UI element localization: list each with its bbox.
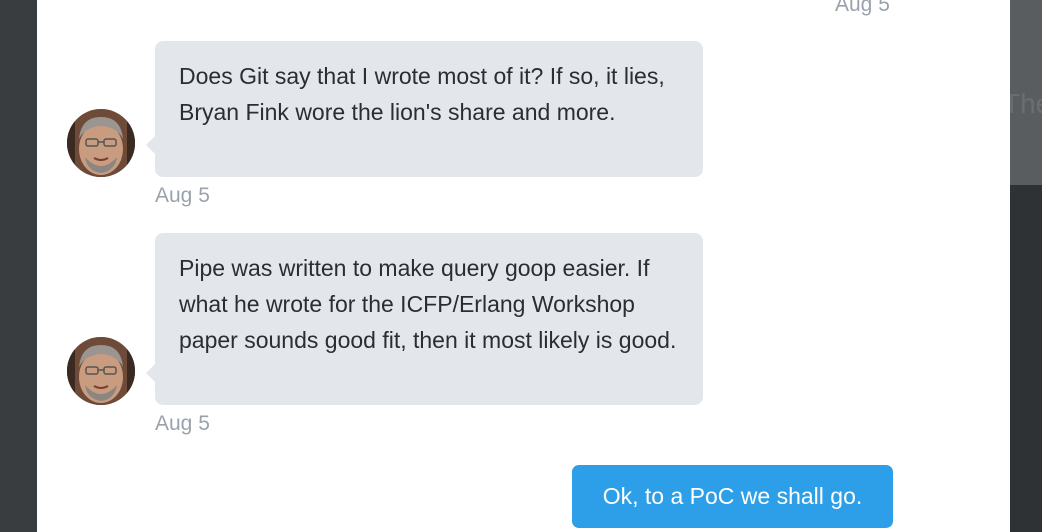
message-text: Pipe was written to make query goop easi…: [179, 255, 677, 353]
message-timestamp: Aug 5: [835, 0, 890, 16]
message-text: Ok, to a PoC we shall go.: [602, 483, 863, 509]
user-avatar[interactable]: [67, 337, 135, 405]
sent-message-bubble: Ok, to a PoC we shall go.: [572, 465, 893, 528]
user-avatar[interactable]: [67, 109, 135, 177]
message-thread-modal: Aug 5 Does Git say that I wrote most of …: [37, 0, 1010, 532]
bubble-tail: [146, 364, 155, 382]
background-panel-lower: [1010, 185, 1042, 532]
message-text: Does Git say that I wrote most of it? If…: [179, 63, 665, 125]
received-message-bubble: Pipe was written to make query goop easi…: [146, 233, 703, 405]
message-timestamp: Aug 5: [155, 184, 210, 207]
bubble-tail: [146, 136, 155, 154]
received-message-bubble: Does Git say that I wrote most of it? If…: [146, 41, 703, 177]
message-timestamp: Aug 5: [155, 412, 210, 435]
